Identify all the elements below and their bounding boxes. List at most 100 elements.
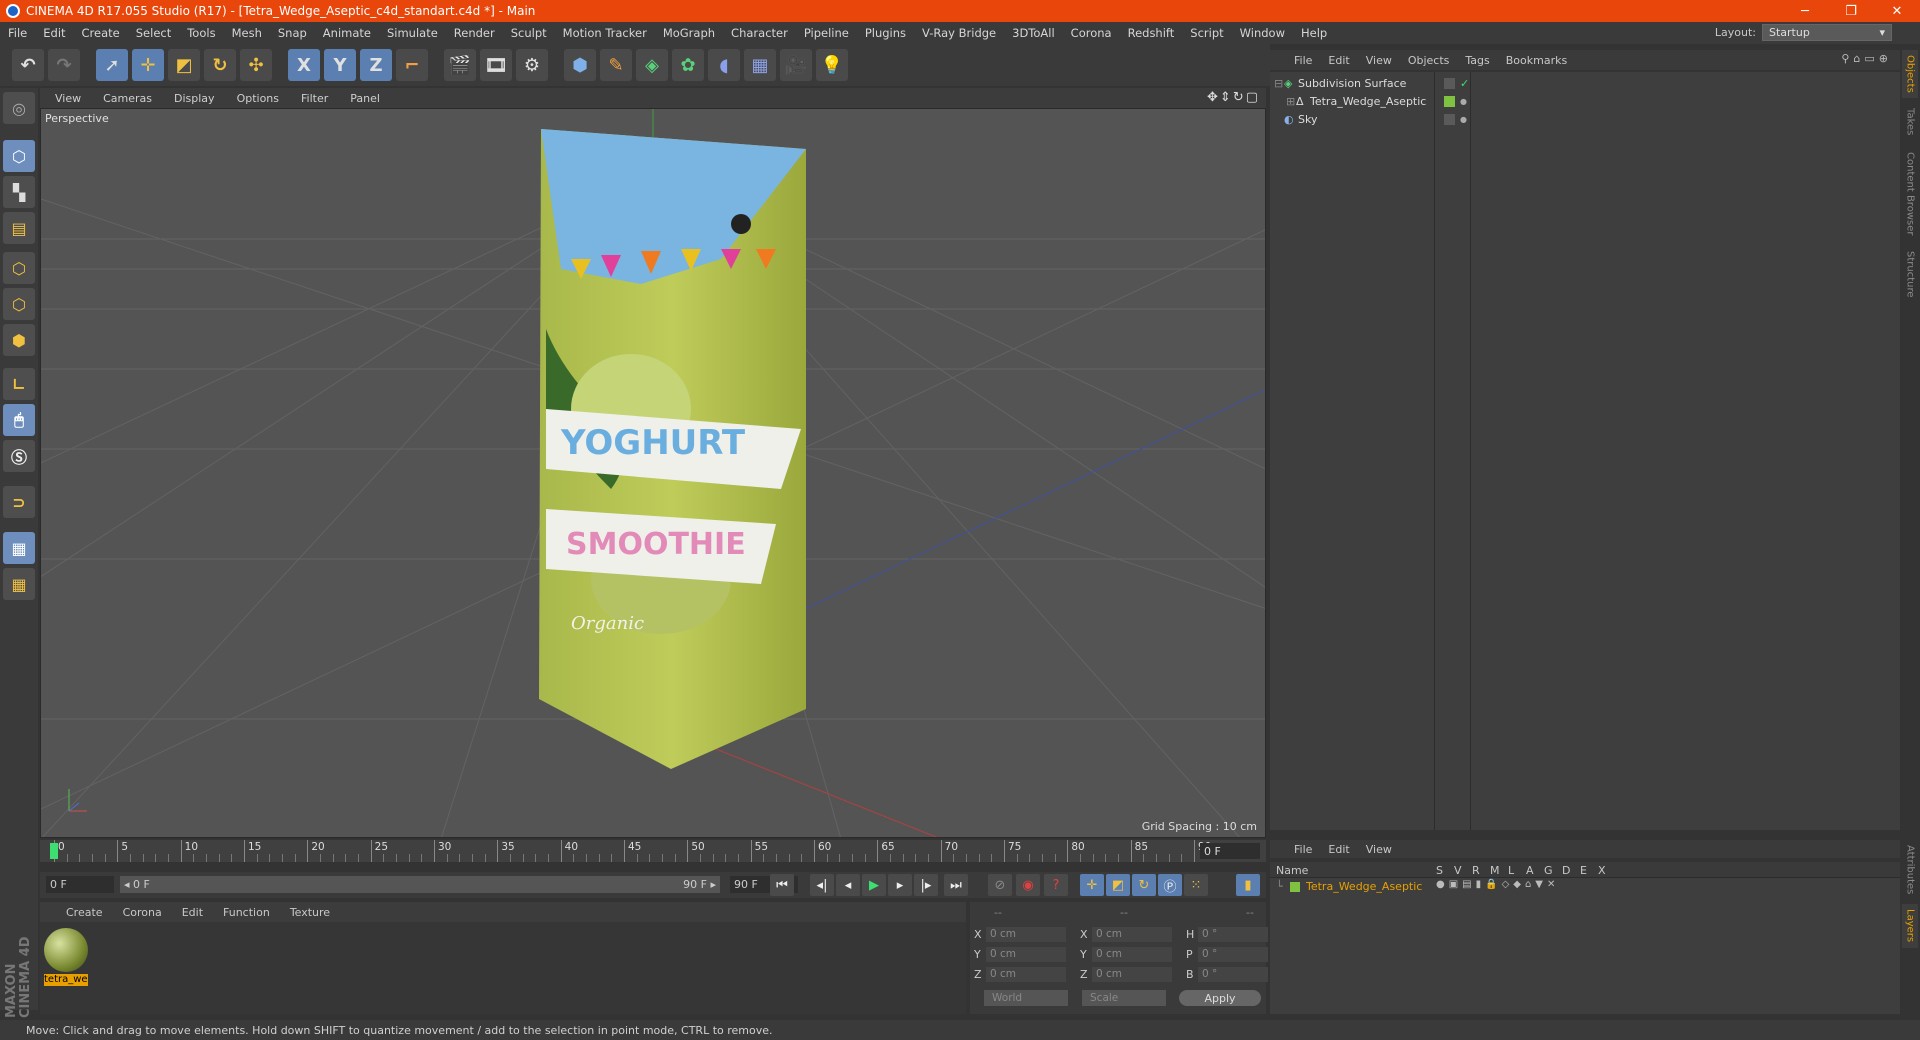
menu-pipeline[interactable]: Pipeline <box>796 26 857 40</box>
next-key-icon[interactable]: |▸ <box>914 874 938 896</box>
tab-structure[interactable]: Structure <box>1902 246 1918 302</box>
menu-character[interactable]: Character <box>723 26 796 40</box>
scale-icon[interactable]: ◩ <box>168 49 200 81</box>
layer-color-swatch[interactable] <box>1290 882 1300 892</box>
layer-toggle-icons[interactable]: ●▣▤▮🔒◇◆⌂▼✕ <box>1436 879 1559 890</box>
layer-col-expressions[interactable]: E <box>1580 864 1587 877</box>
viewport-menu-cameras[interactable]: Cameras <box>92 92 163 105</box>
move-icon[interactable]: ✛ <box>132 49 164 81</box>
layer-col-name[interactable]: Name <box>1276 864 1308 877</box>
object-menu-edit[interactable]: Edit <box>1320 54 1357 67</box>
record-active-icon[interactable]: ◉ <box>1016 874 1040 896</box>
floor-icon[interactable]: ▦ <box>744 49 776 81</box>
go-to-start-icon[interactable]: ⏮ <box>770 874 794 896</box>
cloner-icon[interactable]: ✿ <box>672 49 704 81</box>
coordinate-system-icon[interactable]: ⌐ <box>396 49 428 81</box>
menu-vray-bridge[interactable]: V-Ray Bridge <box>914 26 1004 40</box>
viewport-navigation-icons[interactable]: ✥⇕↻▢ <box>1207 90 1260 105</box>
pos-x-field[interactable]: 0 cm <box>986 926 1066 942</box>
locked-workplane-icon[interactable]: ▦ <box>3 532 35 564</box>
menu-mograph[interactable]: MoGraph <box>655 26 723 40</box>
menu-file[interactable]: File <box>0 26 35 40</box>
material-tetra-wedge[interactable]: tetra_wedge <box>42 926 90 988</box>
edges-mode-icon[interactable]: ⬡ <box>3 288 35 320</box>
viewport-menu-view[interactable]: View <box>44 92 92 105</box>
texture-mode-icon[interactable]: ▚ <box>3 176 35 208</box>
layer-row-tetra-wedge[interactable]: └ Tetra_Wedge_Aseptic ●▣▤▮🔒◇◆⌂▼✕ <box>1270 878 1900 896</box>
menu-snap[interactable]: Snap <box>270 26 315 40</box>
rot-p-field[interactable]: 0 ° <box>1198 946 1268 962</box>
go-to-end-icon[interactable]: ⏭ <box>944 874 968 896</box>
layout-dropdown[interactable]: Startup ▾ <box>1762 24 1892 41</box>
key-parameter-icon[interactable]: Ⓟ <box>1158 874 1182 896</box>
viewport-menu-filter[interactable]: Filter <box>290 92 339 105</box>
expand-icon[interactable]: ⊞ <box>1286 95 1296 108</box>
menu-3dtoall[interactable]: 3DToAll <box>1004 26 1063 40</box>
menu-motion-tracker[interactable]: Motion Tracker <box>555 26 655 40</box>
tab-objects[interactable]: Objects <box>1902 50 1918 98</box>
layer-swatch[interactable] <box>1444 95 1455 107</box>
camera-label[interactable]: Perspective <box>45 112 109 125</box>
material-menu-texture[interactable]: Texture <box>280 906 340 919</box>
rotate-icon[interactable]: ↻ <box>204 49 236 81</box>
size-x-field[interactable]: 0 cm <box>1092 926 1172 942</box>
material-menu-function[interactable]: Function <box>213 906 280 919</box>
layer-col-animation[interactable]: A <box>1526 864 1534 877</box>
object-menu-objects[interactable]: Objects <box>1400 54 1458 67</box>
make-editable-icon[interactable]: ◎ <box>3 92 35 124</box>
z-axis-icon[interactable]: Z <box>360 49 392 81</box>
layer-swatch[interactable] <box>1444 113 1455 125</box>
object-menu-view[interactable]: View <box>1358 54 1400 67</box>
render-picture-viewer-icon[interactable]: 🎞 <box>480 49 512 81</box>
redo-icon[interactable]: ↷ <box>48 49 80 81</box>
menu-help[interactable]: Help <box>1293 26 1335 40</box>
play-icon[interactable]: ▶ <box>862 874 886 896</box>
minimize-button[interactable]: ─ <box>1782 0 1828 22</box>
menu-simulate[interactable]: Simulate <box>379 26 446 40</box>
key-scale-icon[interactable]: ◩ <box>1106 874 1130 896</box>
preview-range-slider[interactable]: ◂ 0 F 90 F ▸ <box>120 876 720 893</box>
enabled-check-icon[interactable]: ✓ <box>1460 77 1469 90</box>
visibility-dots-icon[interactable]: ● <box>1460 115 1467 124</box>
object-menu-file[interactable]: File <box>1286 54 1320 67</box>
autokey-icon[interactable]: ? <box>1044 874 1068 896</box>
object-manager-tool-icons[interactable]: ⚲⌂▭⊕ <box>1841 52 1892 65</box>
layer-col-view[interactable]: V <box>1454 864 1462 877</box>
visibility-dots-icon[interactable]: ● <box>1460 97 1467 106</box>
object-row-subdivision-surface[interactable]: ⊟ ◈ Subdivision Surface ✓ <box>1274 74 1894 92</box>
material-menu-create[interactable]: Create <box>56 906 113 919</box>
material-menu-edit[interactable]: Edit <box>172 906 213 919</box>
3d-viewport[interactable]: YOGHURT SMOOTHIE Organic Perspective Gri… <box>40 108 1266 838</box>
menu-mesh[interactable]: Mesh <box>224 26 270 40</box>
size-z-field[interactable]: 0 cm <box>1092 966 1172 982</box>
key-rotation-icon[interactable]: ↻ <box>1132 874 1156 896</box>
menu-animate[interactable]: Animate <box>315 26 379 40</box>
menu-corona[interactable]: Corona <box>1063 26 1120 40</box>
tab-attributes[interactable]: Attributes <box>1902 840 1918 900</box>
tab-takes[interactable]: Takes <box>1902 102 1918 142</box>
menu-redshift[interactable]: Redshift <box>1120 26 1183 40</box>
render-view-icon[interactable]: 🎬 <box>444 49 476 81</box>
previous-key-icon[interactable]: ◂| <box>810 874 834 896</box>
menu-sculpt[interactable]: Sculpt <box>503 26 555 40</box>
previous-frame-icon[interactable]: ◂ <box>836 874 860 896</box>
menu-render[interactable]: Render <box>446 26 503 40</box>
object-menu-bookmarks[interactable]: Bookmarks <box>1498 54 1575 67</box>
rot-b-field[interactable]: 0 ° <box>1198 966 1268 982</box>
layer-menu-file[interactable]: File <box>1286 843 1320 856</box>
pos-z-field[interactable]: 0 cm <box>986 966 1066 982</box>
rot-h-field[interactable]: 0 ° <box>1198 926 1268 942</box>
object-row-sky[interactable]: ◐ Sky ● <box>1274 110 1894 128</box>
x-axis-icon[interactable]: X <box>288 49 320 81</box>
collapse-icon[interactable]: ⊟ <box>1274 77 1284 90</box>
object-menu-tags[interactable]: Tags <box>1457 54 1497 67</box>
subdivision-icon[interactable]: ◈ <box>636 49 668 81</box>
y-axis-icon[interactable]: Y <box>324 49 356 81</box>
pen-icon[interactable]: ✎ <box>600 49 632 81</box>
snapping-icon[interactable]: Ⓢ <box>3 440 35 472</box>
edit-render-settings-icon[interactable]: ⚙ <box>516 49 548 81</box>
timeline-ruler[interactable]: 051015202530354045505560657075808590 0 F <box>40 840 1266 862</box>
tab-content-browser[interactable]: Content Browser <box>1902 146 1918 242</box>
layer-col-locked[interactable]: L <box>1508 864 1514 877</box>
workplane-icon[interactable]: ▤ <box>3 212 35 244</box>
